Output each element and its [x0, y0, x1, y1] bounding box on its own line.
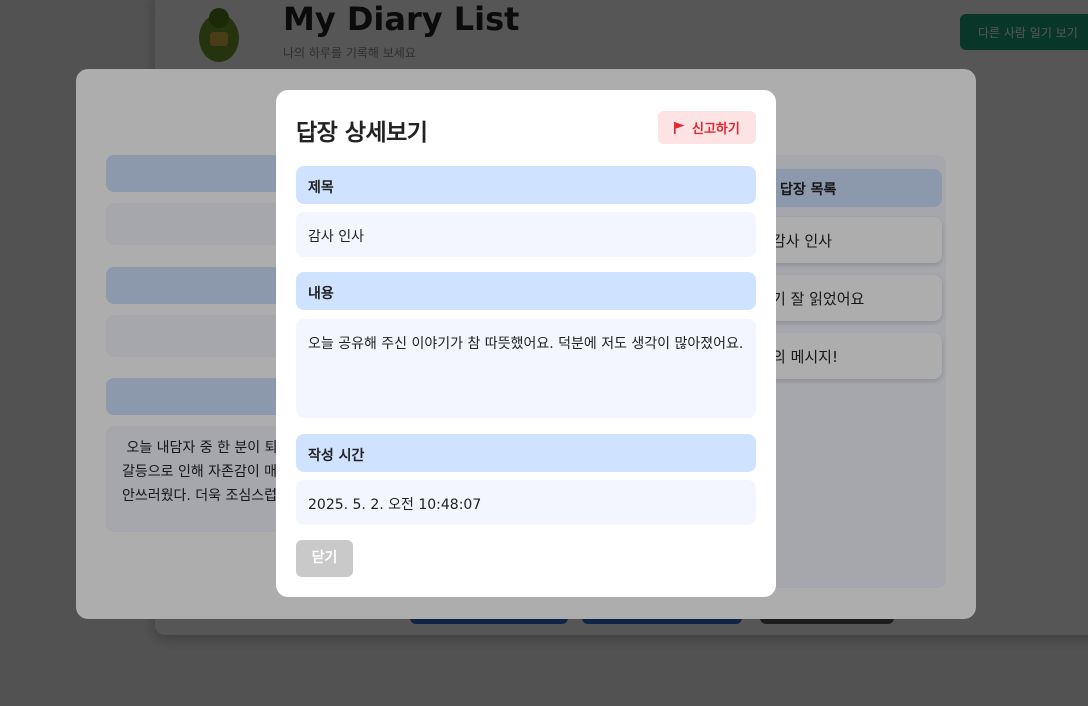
flag-icon [674, 121, 685, 134]
title-section-header: 제목 [296, 166, 756, 204]
title-value: 감사 인사 [296, 212, 756, 257]
content-value: 오늘 공유해 주신 이야기가 참 따뜻했어요. 덕분에 저도 생각이 많아졌어요… [296, 319, 756, 418]
close-button[interactable]: 닫기 [296, 540, 353, 577]
report-button-label: 신고하기 [692, 122, 740, 137]
content-section-header: 내용 [296, 272, 756, 310]
time-value: 2025. 5. 2. 오전 10:48:07 [296, 480, 756, 525]
time-section-header: 작성 시간 [296, 434, 756, 472]
modal-title: 답장 상세보기 [296, 120, 428, 146]
reply-detail-modal: 답장 상세보기 신고하기 제목 감사 인사 내용 오늘 공유해 주신 이야기가 … [276, 90, 776, 597]
report-button[interactable]: 신고하기 [658, 111, 756, 144]
